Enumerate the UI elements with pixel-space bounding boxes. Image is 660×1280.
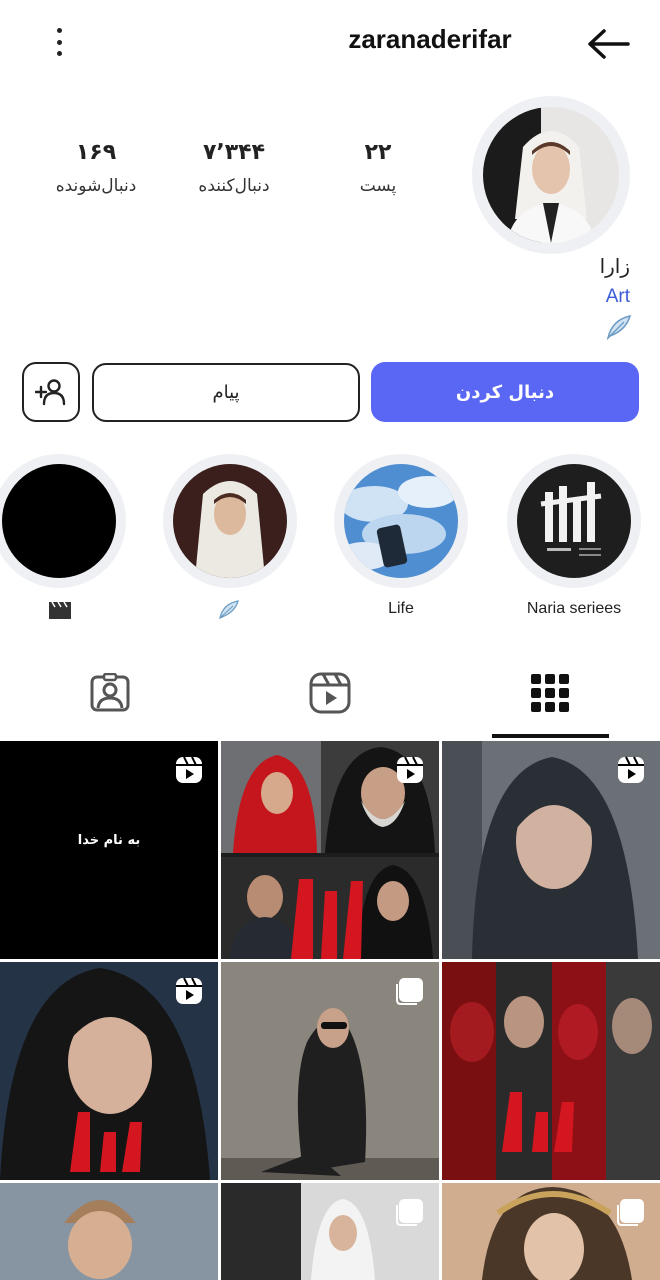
post-tile[interactable]: به نام خدا	[0, 741, 218, 959]
more-vertical-icon[interactable]	[44, 24, 74, 60]
highlight-cover	[344, 464, 458, 578]
post-tile[interactable]	[221, 1183, 439, 1280]
follow-button[interactable]: دنبال کردن	[371, 362, 639, 422]
highlight-cover	[2, 464, 116, 578]
avatar-photo	[483, 107, 619, 243]
tagged-person-icon	[90, 673, 130, 712]
highlight-life[interactable]: Life	[334, 454, 468, 622]
reel-icon	[618, 756, 644, 783]
carousel-icon	[617, 1199, 644, 1226]
stat-posts[interactable]: ۲۲ پست	[318, 140, 438, 196]
reel-icon	[397, 756, 423, 783]
reel-icon	[176, 977, 202, 1004]
post-tile[interactable]	[0, 1183, 218, 1280]
post-tile[interactable]	[221, 962, 439, 1180]
highlight-cover	[517, 464, 631, 578]
post-grid: به نام خدا	[0, 741, 660, 1280]
highlight-naria[interactable]: Naria seriees	[507, 454, 641, 622]
top-bar: zaranaderifar	[0, 0, 660, 86]
stat-posts-label: پست	[359, 176, 397, 196]
stat-following-count: ۱۶۹	[75, 140, 117, 165]
stat-followers[interactable]: ۷٬۳۴۴ دنبال‌کننده	[174, 140, 294, 196]
active-tab-indicator	[492, 734, 609, 738]
display-name: زارا	[599, 254, 630, 278]
stat-following-label: دنبال‌شونده	[55, 176, 137, 196]
clapperboard-icon	[49, 601, 71, 619]
post-image	[0, 1183, 218, 1280]
post-image	[442, 962, 660, 1180]
arrow-back-icon[interactable]	[584, 24, 634, 64]
post-tile[interactable]	[442, 1183, 660, 1280]
feather-icon	[604, 312, 634, 341]
highlight-cover	[173, 464, 287, 578]
highlight-portrait[interactable]	[163, 454, 297, 622]
highlight-ring	[334, 454, 468, 588]
highlight-ring	[0, 454, 126, 588]
post-tile[interactable]	[221, 741, 439, 959]
post-tile[interactable]	[0, 962, 218, 1180]
reels-icon	[309, 672, 351, 714]
stat-followers-label: دنبال‌کننده	[198, 176, 270, 196]
highlight-label: Naria seriees	[526, 600, 622, 617]
carousel-icon	[396, 1199, 423, 1226]
profile-username: zaranaderifar	[348, 24, 512, 54]
stat-posts-count: ۲۲	[364, 140, 392, 165]
tab-grid[interactable]	[495, 648, 605, 738]
highlight-ring	[163, 454, 297, 588]
post-tile[interactable]	[442, 962, 660, 1180]
reel-icon	[176, 756, 202, 783]
bio-link[interactable]: Art	[606, 286, 630, 308]
tab-reels[interactable]	[275, 648, 385, 738]
message-button[interactable]: پیام	[92, 363, 360, 422]
feather-icon	[219, 600, 239, 620]
profile-tabs	[0, 648, 660, 740]
post-tile[interactable]	[442, 741, 660, 959]
post-caption-text: به نام خدا	[77, 833, 141, 848]
stat-followers-count: ۷٬۳۴۴	[202, 140, 266, 165]
add-person-icon[interactable]	[22, 362, 80, 422]
highlight-ring	[507, 454, 641, 588]
grid-icon	[531, 674, 569, 712]
profile-avatar[interactable]	[472, 96, 630, 254]
tab-tagged[interactable]	[55, 648, 165, 738]
highlight-clapper[interactable]	[0, 454, 126, 622]
highlight-label: Life	[388, 600, 414, 617]
carousel-icon	[396, 978, 423, 1005]
stat-following[interactable]: ۱۶۹ دنبال‌شونده	[36, 140, 156, 196]
